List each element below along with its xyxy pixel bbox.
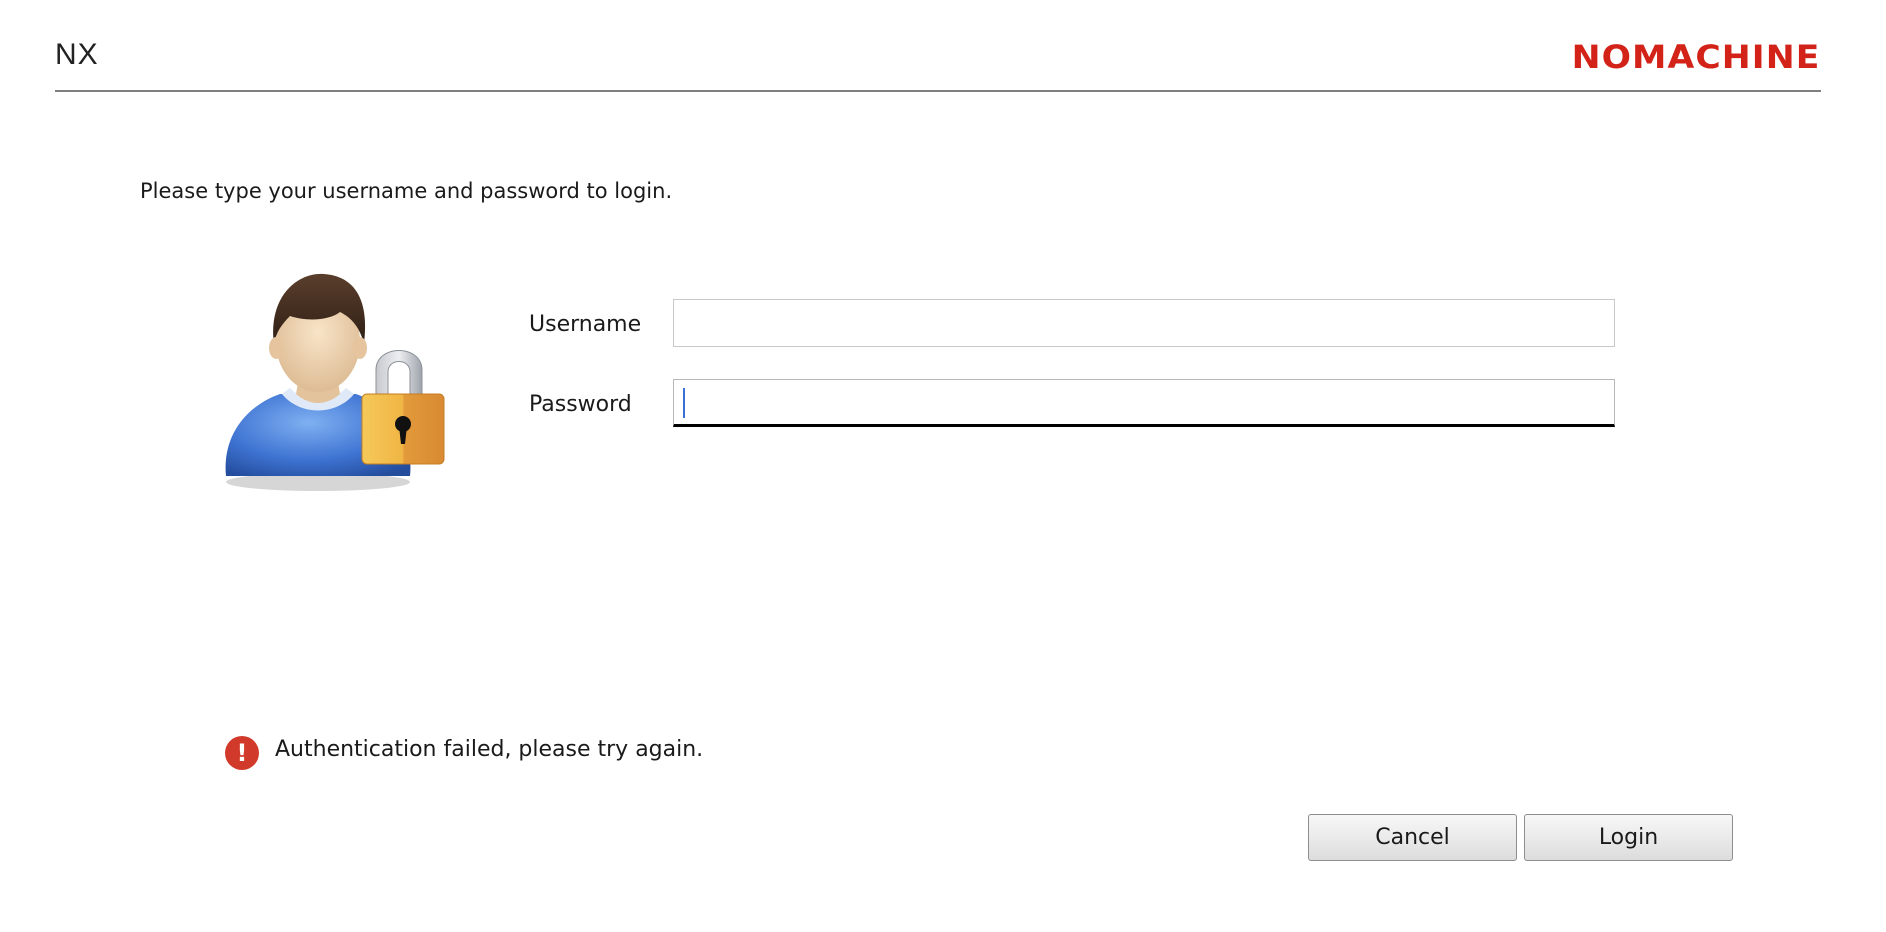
error-icon: ! xyxy=(225,736,259,770)
cancel-button[interactable]: Cancel xyxy=(1308,814,1517,861)
username-label: Username xyxy=(529,312,642,337)
header-divider xyxy=(55,90,1821,92)
login-instruction: Please type your username and password t… xyxy=(140,179,673,203)
password-label: Password xyxy=(529,392,632,417)
app-title: NX xyxy=(55,38,99,71)
error-message: Authentication failed, please try again. xyxy=(275,737,704,762)
text-cursor xyxy=(683,388,685,418)
nomachine-logo: NOMACHINE xyxy=(1571,38,1820,76)
user-lock-icon xyxy=(218,266,460,494)
login-button[interactable]: Login xyxy=(1524,814,1733,861)
password-input[interactable] xyxy=(673,379,1615,427)
user-lock-illustration xyxy=(225,273,445,491)
username-input[interactable] xyxy=(673,299,1615,347)
